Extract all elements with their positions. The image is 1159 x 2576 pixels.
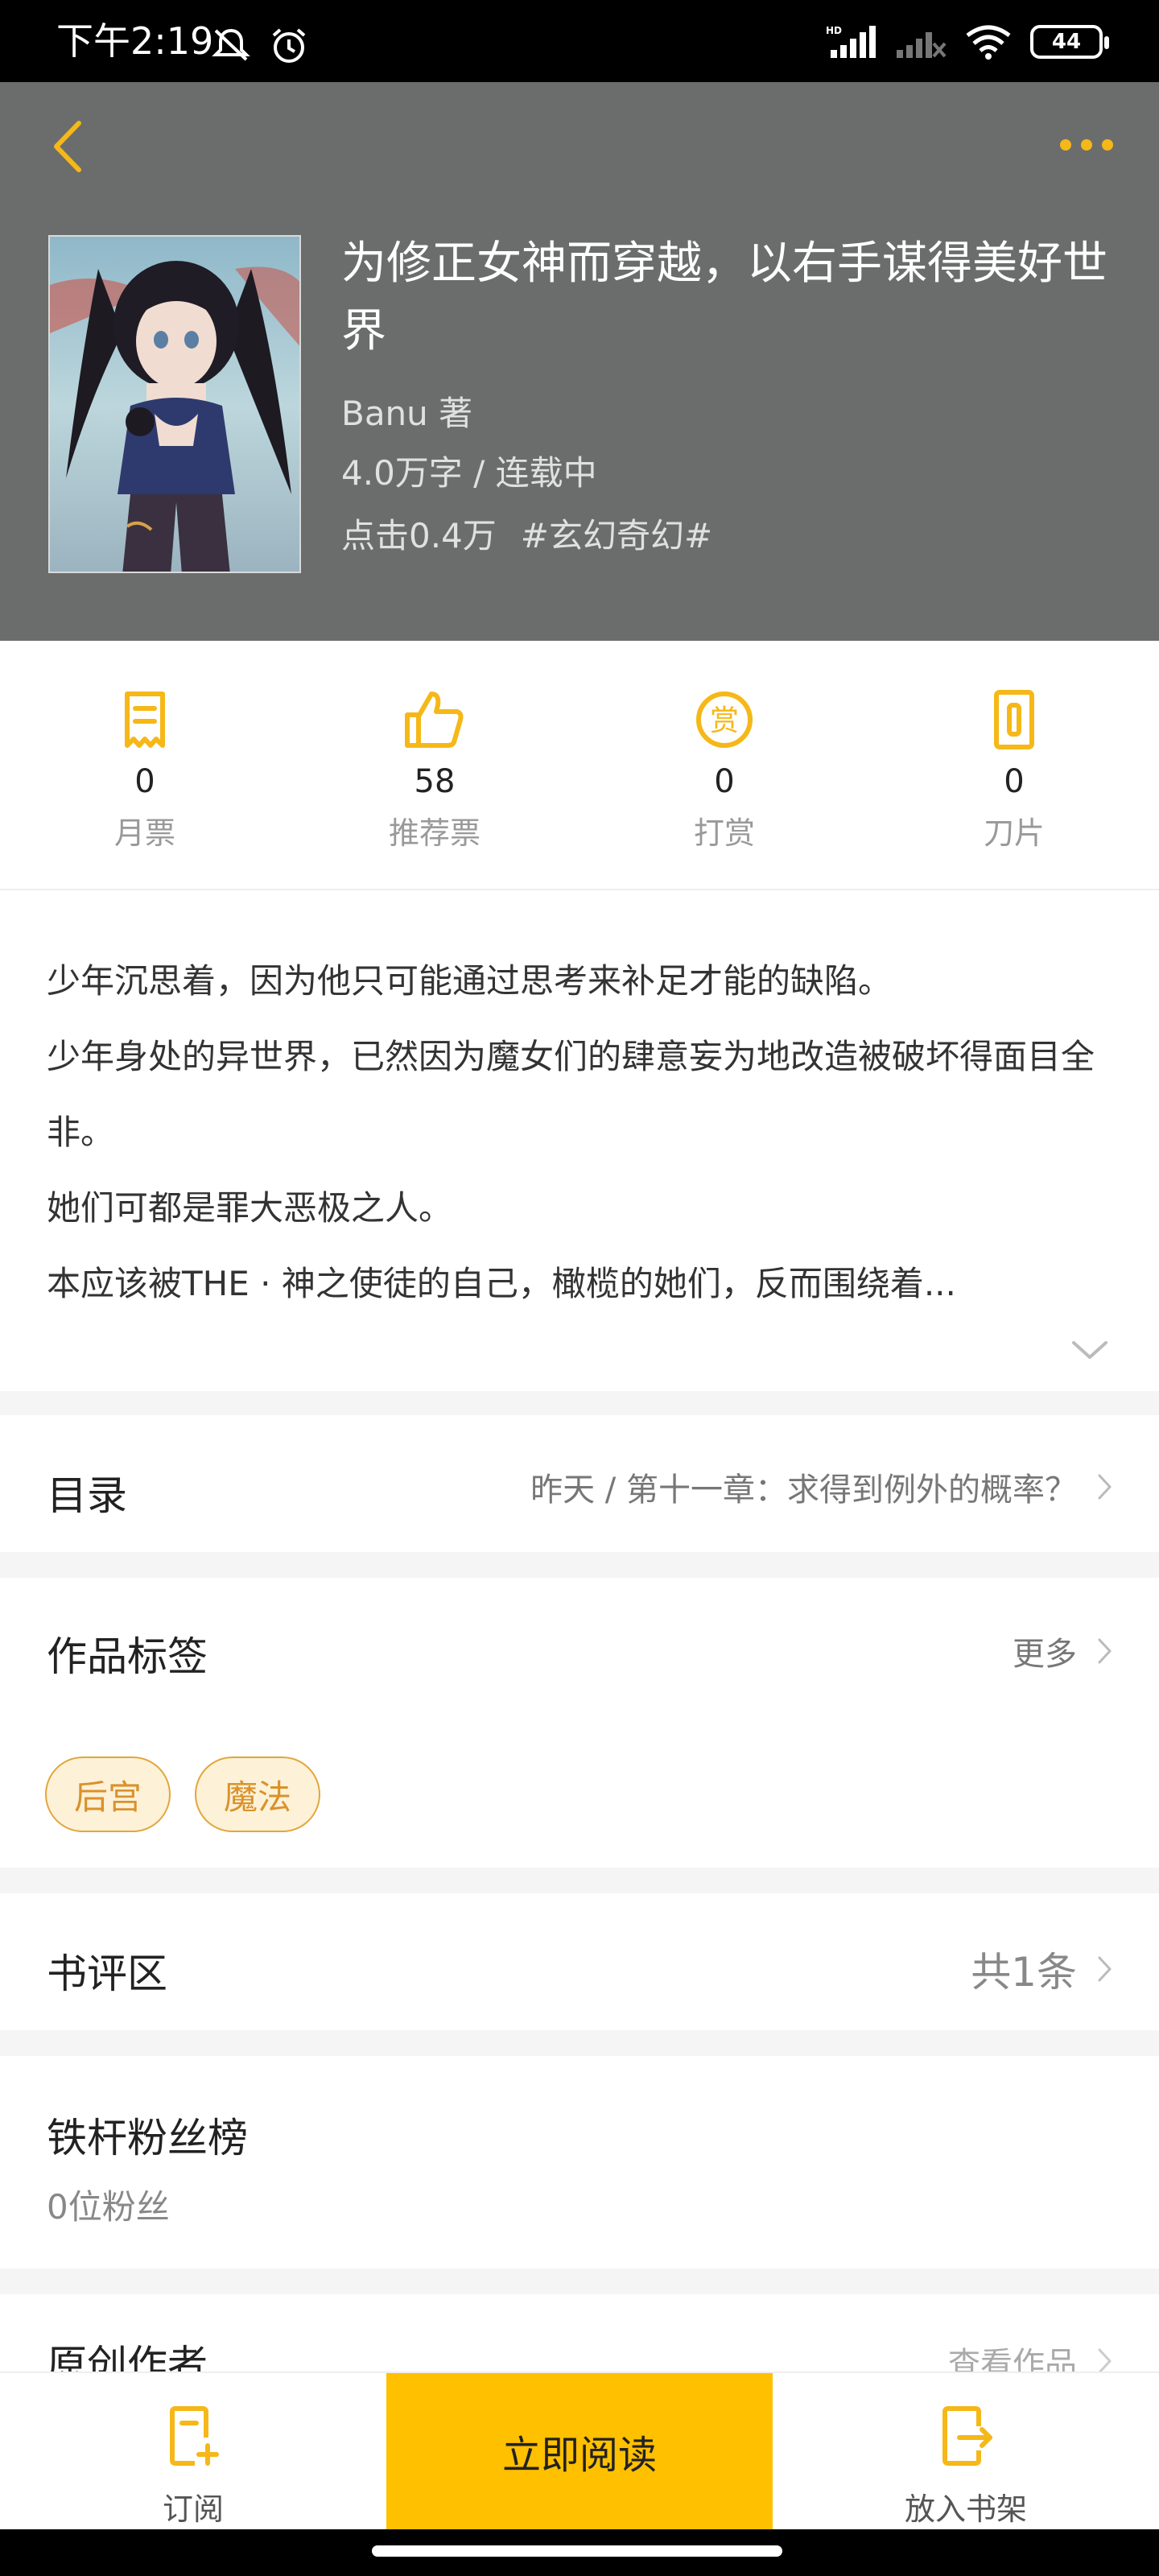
stat-label: 推荐票 xyxy=(388,815,481,851)
more-dots-icon xyxy=(1060,139,1071,151)
tags-more-label: 更多 xyxy=(1013,1636,1077,1673)
chevron-down-icon[interactable] xyxy=(1070,1338,1109,1362)
stat-value: 0 xyxy=(1004,763,1025,800)
chevron-right-icon xyxy=(1098,1474,1112,1500)
review-title: 书评区 xyxy=(47,1951,167,1997)
book-click-genre: 点击0.4万 #玄幻奇幻# xyxy=(341,509,712,558)
bottom-action-bar: 订阅 立即阅读 放入书架 xyxy=(0,2372,1159,2529)
system-nav-bar xyxy=(0,2529,1159,2576)
toc-latest: 昨天 / 第十一章：求得到例外的概率？ xyxy=(530,1463,1112,1510)
fan-ranking-section[interactable]: 铁杆粉丝榜 0位粉丝 xyxy=(0,2056,1159,2268)
tag-list: 后宫 魔法 xyxy=(45,1757,321,1832)
blade-icon xyxy=(994,690,1034,749)
table-of-contents-row[interactable]: 目录 昨天 / 第十一章：求得到例外的概率？ xyxy=(0,1415,1159,1552)
tag-chip[interactable]: 魔法 xyxy=(195,1757,321,1832)
fans-count: 0位粉丝 xyxy=(47,2187,170,2227)
stat-label: 打赏 xyxy=(693,815,755,851)
author-section-title: 原创作者 xyxy=(47,2342,208,2375)
fans-title: 铁杆粉丝榜 xyxy=(47,2115,248,2161)
add-to-shelf-button[interactable]: 放入书架 xyxy=(773,2373,1159,2529)
mute-notification-icon xyxy=(212,28,250,61)
book-genre-link[interactable]: #玄幻奇幻# xyxy=(521,516,712,555)
stat-monthly-ticket[interactable]: 0 月票 xyxy=(0,641,290,889)
status-left-icons xyxy=(211,27,307,64)
toc-latest-chapter: 昨天 / 第十一章：求得到例外的概率？ xyxy=(530,1472,1077,1509)
tags-title: 作品标签 xyxy=(47,1633,208,1680)
add-to-shelf-label: 放入书架 xyxy=(904,2491,1027,2527)
svg-text:HD: HD xyxy=(826,25,842,36)
book-stats: 0 月票 58 推荐票 赏 0 打赏 0 刀片 xyxy=(0,641,1159,890)
toc-title: 目录 xyxy=(47,1472,127,1519)
book-review-row[interactable]: 书评区 共1条 xyxy=(0,1893,1159,2030)
stat-value: 0 xyxy=(714,763,735,800)
subscribe-button[interactable]: 订阅 xyxy=(0,2373,386,2529)
alarm-icon xyxy=(272,28,306,63)
stat-label: 月票 xyxy=(113,815,175,851)
book-word-count-status: 4.0万字 / 连载中 xyxy=(341,453,597,493)
synopsis-line: 她们可都是罪大恶极之人。 xyxy=(47,1188,453,1228)
back-button[interactable] xyxy=(35,114,100,179)
chevron-left-icon xyxy=(54,121,81,172)
author-works-label: 查看作品 xyxy=(948,2346,1077,2375)
status-right-icons: HD 44 xyxy=(826,24,1109,60)
chevron-right-icon xyxy=(1098,1956,1112,1982)
more-button[interactable] xyxy=(1046,121,1127,169)
review-count-label: 共1条 xyxy=(971,1949,1077,1996)
book-title: 为修正女神而穿越，以右手谋得美好世界 xyxy=(341,237,1107,357)
stat-reward[interactable]: 赏 0 打赏 xyxy=(580,641,869,889)
status-bar: 下午2:19 HD 44 xyxy=(0,0,1159,82)
subscribe-icon xyxy=(170,2406,219,2466)
signal-icon xyxy=(897,32,947,58)
author-works-link[interactable]: 查看作品 xyxy=(948,2338,1112,2375)
stat-label: 刀片 xyxy=(983,815,1045,851)
review-count: 共1条 xyxy=(971,1940,1112,1998)
ticket-icon xyxy=(125,691,165,748)
tag-chip[interactable]: 后宫 xyxy=(45,1757,171,1832)
synopsis-line: 少年身处的异世界，已然因为魔女们的肆意妄为地改造被破坏得面目全非。 xyxy=(47,1037,1095,1152)
signal-hd-icon: HD xyxy=(826,25,876,58)
book-author[interactable]: Banu 著 xyxy=(341,386,472,436)
home-gesture-handle[interactable] xyxy=(372,2545,782,2557)
read-now-button[interactable]: 立即阅读 xyxy=(386,2373,773,2529)
reward-icon: 赏 xyxy=(696,691,753,748)
book-clicks: 点击0.4万 xyxy=(341,516,497,555)
book-synopsis[interactable]: 少年沉思着，因为他只可能通过思考来补足才能的缺陷。 少年身处的异世界，已然因为魔… xyxy=(0,890,1159,1391)
stat-value: 0 xyxy=(134,763,155,800)
thumbs-up-icon xyxy=(405,691,464,748)
status-time: 下午2:19 xyxy=(56,19,214,63)
book-header: 为修正女神而穿越，以右手谋得美好世界 Banu 著 4.0万字 / 连载中 点击… xyxy=(0,82,1159,641)
subscribe-label: 订阅 xyxy=(162,2491,224,2527)
stat-value: 58 xyxy=(414,763,456,800)
work-tags-section: 作品标签 更多 后宫 魔法 xyxy=(0,1578,1159,1868)
bookshelf-add-icon xyxy=(942,2406,992,2466)
book-cover[interactable] xyxy=(48,235,301,573)
chevron-right-icon xyxy=(1098,2348,1112,2374)
synopsis-line: 少年沉思着，因为他只可能通过思考来补足才能的缺陷。 xyxy=(47,961,893,1001)
svg-text:赏: 赏 xyxy=(710,704,739,737)
battery-icon: 44 xyxy=(1030,25,1109,59)
cover-illustration xyxy=(50,237,299,572)
tags-more-link[interactable]: 更多 xyxy=(1013,1628,1112,1674)
original-author-row[interactable]: 原创作者 查看作品 xyxy=(0,2294,1159,2375)
stat-blade[interactable]: 0 刀片 xyxy=(869,641,1159,889)
wifi-icon xyxy=(966,25,1011,60)
stat-recommend-ticket[interactable]: 58 推荐票 xyxy=(290,641,580,889)
chevron-right-icon xyxy=(1098,1638,1112,1664)
synopsis-line: 本应该被THE · 神之使徒的自己，橄榄的她们，反而围绕着... xyxy=(47,1264,956,1303)
